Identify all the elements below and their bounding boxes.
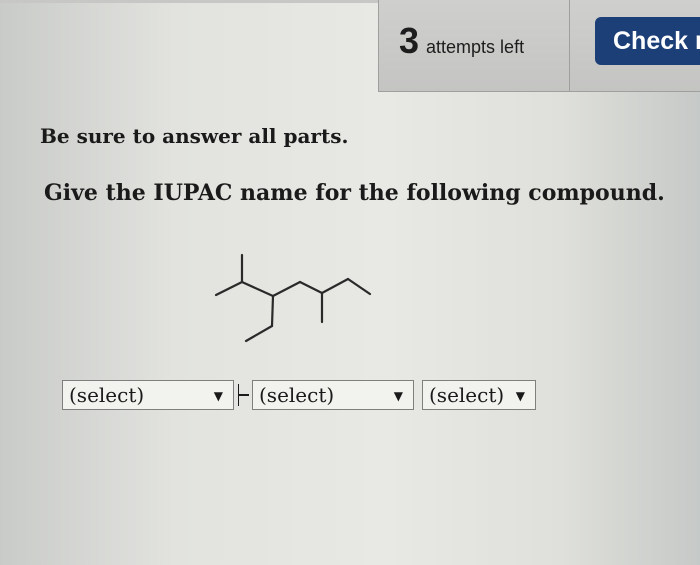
suffix-select[interactable]: (select) ▼ [422, 380, 536, 410]
check-answer-button[interactable]: Check r [595, 17, 700, 65]
attempts-count: 3 [399, 20, 420, 61]
parent-chain-select[interactable]: (select) ▼ [252, 380, 414, 410]
bond-10 [346, 277, 372, 296]
select-value: (select) [69, 383, 145, 407]
header-divider [569, 0, 570, 92]
attempts-label: attempts left [426, 37, 525, 57]
chevron-down-icon: ▼ [393, 389, 403, 403]
prefix-select[interactable]: (select) ▼ [62, 380, 234, 410]
bond-3 [240, 280, 275, 298]
select-value: (select) [429, 383, 505, 407]
answer-row: (select) ▼ (select) ▼ (select) ▼ [60, 380, 540, 410]
select-value: (select) [259, 383, 335, 407]
bond-5 [244, 324, 274, 343]
bond-6 [271, 280, 302, 298]
question-prompt: Give the IUPAC name for the following co… [44, 180, 665, 206]
chevron-down-icon: ▼ [213, 389, 223, 403]
bond-7 [298, 280, 324, 295]
bond-2 [214, 280, 244, 297]
bond-4 [270, 294, 275, 328]
bond-9 [320, 277, 350, 295]
attempts-indicator: 3 attempts left [399, 20, 524, 62]
compound-structure [214, 253, 372, 343]
question-header: 3 attempts left Check r [378, 0, 700, 92]
chevron-down-icon: ▼ [515, 389, 525, 403]
instruction-text: Be sure to answer all parts. [40, 124, 349, 148]
hyphen-separator [238, 394, 249, 396]
